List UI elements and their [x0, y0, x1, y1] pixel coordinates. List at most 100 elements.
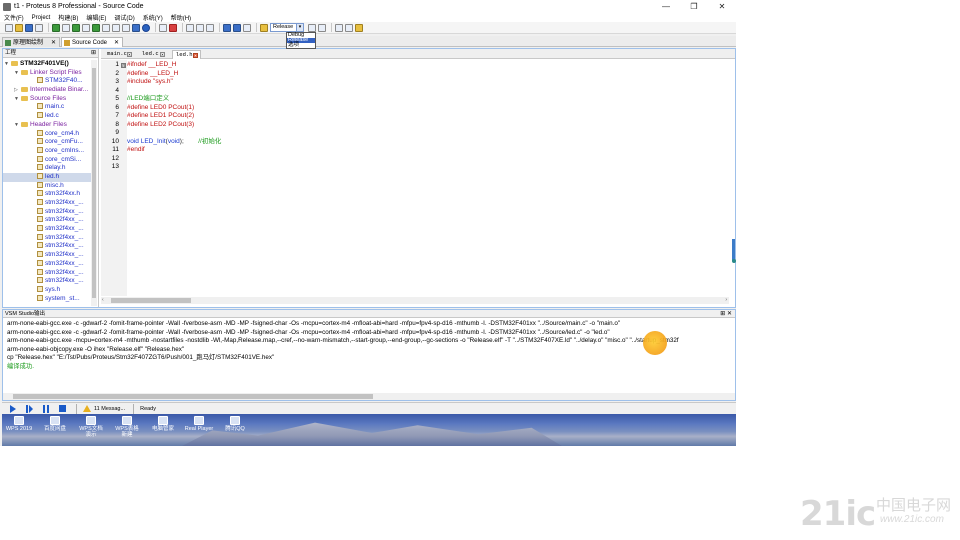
project-tree-scrollbar[interactable]	[91, 60, 97, 306]
clean-icon[interactable]	[243, 23, 251, 32]
design-explorer-icon[interactable]	[122, 23, 130, 32]
zoom-icon[interactable]	[62, 23, 70, 32]
tree-item-folder[interactable]: ▼ Linker Script Files	[3, 69, 91, 78]
desktop-shortcut[interactable]: 腾讯QQ	[220, 416, 250, 432]
editor-horizontal-scrollbar[interactable]: ‹ ›	[101, 297, 729, 304]
3d-view-icon[interactable]	[92, 23, 100, 32]
editor-tab-led-h[interactable]: led.h ×	[172, 50, 201, 59]
close-icon[interactable]: ✕	[51, 38, 56, 48]
toolbar-paste-icon[interactable]	[355, 23, 363, 32]
tree-item-file[interactable]: delay.h	[3, 164, 91, 173]
run-simulation-icon[interactable]	[10, 404, 16, 413]
close-icon[interactable]: ×	[160, 52, 165, 57]
dropdown-option-settings[interactable]: 选项	[287, 42, 315, 48]
pcb-icon[interactable]	[82, 23, 90, 32]
tree-item-file[interactable]: led.c	[3, 112, 91, 121]
tab-schematic[interactable]: 原理图绘制 ✕	[2, 37, 60, 47]
build-config-dropdown[interactable]: Release ▾	[270, 23, 304, 32]
undo-icon[interactable]	[308, 23, 316, 32]
expand-toggle-icon[interactable]: ▼	[14, 69, 19, 78]
tree-item-file[interactable]: core_cmIns...	[3, 146, 91, 156]
code-line[interactable]: #define LED0 PCout(1)	[127, 104, 194, 113]
paste-icon[interactable]	[206, 23, 214, 32]
tree-item-folder[interactable]: ▷ Intermediate Binar...	[3, 86, 91, 95]
menu-help[interactable]: 帮助(H)	[171, 13, 191, 22]
save-icon[interactable]	[25, 23, 33, 32]
tree-item-file[interactable]: core_cm4.h	[3, 129, 91, 139]
tree-item-file[interactable]: stm32f4xx_...	[3, 242, 91, 251]
tab-source-code[interactable]: Source Code ✕	[61, 37, 123, 47]
home-icon[interactable]	[52, 23, 60, 32]
code-line[interactable]: #ifndef __LED_H	[127, 61, 177, 70]
close-icon[interactable]: ✕	[114, 38, 119, 48]
new-project-icon[interactable]	[186, 23, 194, 32]
chevron-down-icon[interactable]: ▾	[296, 24, 303, 31]
pause-simulation-icon[interactable]	[43, 404, 49, 413]
close-icon[interactable]: ×	[127, 52, 132, 57]
code-line[interactable]: #define LED1 PCout(2)	[127, 112, 194, 121]
desktop-shortcut[interactable]: Real Player	[184, 416, 214, 432]
code-line[interactable]: #define __LED_H	[127, 70, 178, 79]
bom-icon[interactable]	[112, 23, 120, 32]
output-panel-controls[interactable]: ⊞ ✕	[720, 310, 732, 318]
tree-item-file[interactable]: stm32f4xx_...	[3, 199, 91, 208]
rebuild-icon[interactable]	[233, 23, 241, 32]
scrollbar-thumb[interactable]	[111, 298, 191, 303]
tree-item-file[interactable]: stm32f4xx_...	[3, 251, 91, 260]
tree-item-file[interactable]: stm32f4xx.h	[3, 190, 91, 199]
expand-toggle-icon[interactable]: ▼	[4, 60, 9, 69]
toolbar-cut-icon[interactable]	[335, 23, 343, 32]
build-icon[interactable]	[223, 23, 231, 32]
code-line[interactable]: #endif	[127, 146, 145, 155]
pin-icon[interactable]: ⊞	[91, 49, 96, 58]
gerber-icon[interactable]	[102, 23, 110, 32]
menu-debug[interactable]: 调试(D)	[114, 13, 134, 22]
tree-item-file[interactable]: system_st...	[3, 294, 91, 304]
menu-file[interactable]: 文件(F)	[4, 13, 24, 22]
tree-item-file[interactable]: stm32f4xx_...	[3, 268, 91, 278]
scrollbar-thumb[interactable]	[13, 394, 373, 399]
desktop-shortcut[interactable]: 百度网盘	[40, 416, 70, 432]
editor-tab-main-c[interactable]: main.c ×	[104, 50, 134, 59]
scroll-left-icon[interactable]: ‹	[102, 297, 104, 303]
menu-build[interactable]: 构建(B)	[58, 13, 78, 22]
redo-icon[interactable]	[318, 23, 326, 32]
open-folder-icon[interactable]	[15, 23, 23, 32]
output-horizontal-scrollbar[interactable]	[3, 393, 735, 400]
toolbar-copy-icon[interactable]	[345, 23, 353, 32]
help-icon[interactable]	[142, 23, 150, 32]
menu-system[interactable]: 系统(Y)	[143, 13, 163, 22]
tree-item-folder[interactable]: ▼ Header Files	[3, 121, 91, 130]
desktop-shortcut[interactable]: WPS表格 新建	[112, 416, 142, 438]
close-icon[interactable]: ×	[193, 53, 198, 58]
copy-icon[interactable]	[196, 23, 204, 32]
tree-item-file[interactable]: stm32f4xx_...	[3, 207, 91, 217]
step-simulation-icon[interactable]	[26, 404, 33, 413]
scrollbar-thumb[interactable]	[92, 68, 96, 298]
minimize-button[interactable]: —	[652, 0, 680, 13]
tree-item-file[interactable]: STM32F40...	[3, 77, 91, 86]
code-line[interactable]: #define LED2 PCout(3)	[127, 121, 194, 130]
close-button[interactable]: ✕	[708, 0, 736, 13]
source-code-icon[interactable]	[132, 23, 140, 32]
tree-item-file[interactable]: misc.h	[3, 181, 91, 191]
editor-tab-led-c[interactable]: led.c ×	[139, 50, 167, 59]
maximize-button[interactable]: ❐	[680, 0, 708, 13]
expand-toggle-icon[interactable]: ▼	[14, 121, 19, 130]
code-line[interactable]: #include "sys.h"	[127, 78, 173, 87]
fold-toggle-icon[interactable]: ⊟	[121, 62, 126, 68]
desktop-shortcut[interactable]: WPS 2019	[4, 416, 34, 432]
tree-item-file[interactable]: core_cmFu...	[3, 138, 91, 147]
tree-item-file[interactable]: stm32f4xx_...	[3, 277, 91, 286]
tree-item-file[interactable]: stm32f4xx_...	[3, 225, 91, 234]
stop-simulation-icon[interactable]	[59, 405, 66, 412]
messages-count[interactable]: 11 Messag...	[94, 406, 125, 412]
tree-item-file[interactable]: led.h	[3, 172, 91, 182]
scroll-right-icon[interactable]: ›	[725, 297, 727, 303]
code-line[interactable]: void LED_Init(void); //初始化	[127, 138, 221, 147]
code-line[interactable]: //LED端口定义	[127, 95, 169, 104]
tree-item-folder[interactable]: ▼ Source Files	[3, 95, 91, 104]
desktop-shortcut[interactable]: WPS文档 演示	[76, 416, 106, 438]
tree-item-file[interactable]: sys.h	[3, 285, 91, 295]
tree-item-file[interactable]: main.c	[3, 103, 91, 112]
